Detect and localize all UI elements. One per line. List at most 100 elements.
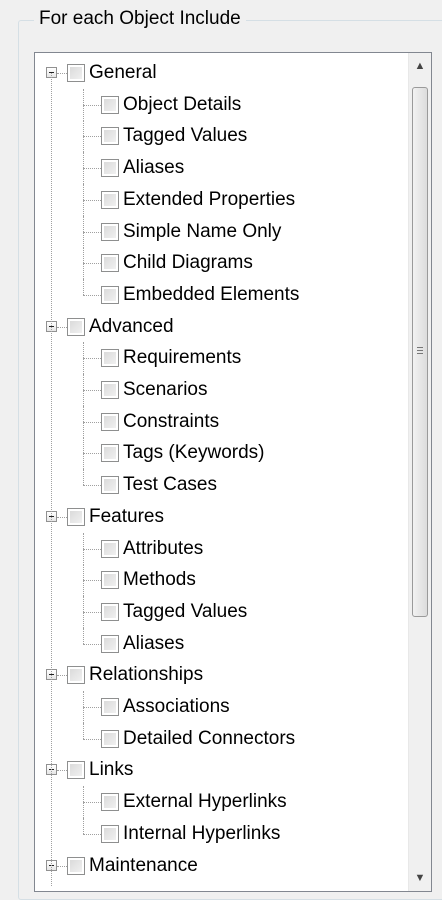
- tree-item-object-details[interactable]: Object Details: [35, 88, 395, 121]
- checkbox[interactable]: [101, 476, 119, 495]
- tree-item-feature-tagged-values[interactable]: Tagged Values: [35, 595, 395, 628]
- tree-item-advanced[interactable]: Advanced: [35, 311, 395, 343]
- checkbox[interactable]: [101, 159, 119, 178]
- checkbox[interactable]: [101, 793, 119, 812]
- checkbox[interactable]: [67, 64, 85, 82]
- tree-connector: [83, 358, 101, 360]
- tree-connector: [83, 199, 101, 201]
- tree-connector: [83, 390, 101, 391]
- scroll-up-arrow-icon[interactable]: ▲: [409, 53, 431, 79]
- tree-item-extended-properties[interactable]: Extended Properties: [35, 183, 395, 216]
- tree-item-child-diagrams[interactable]: Child Diagrams: [35, 247, 395, 280]
- tree-item-label: External Hyperlinks: [123, 791, 287, 813]
- tree-connector: [83, 722, 84, 739]
- tree-connector: [83, 168, 101, 170]
- checkbox[interactable]: [101, 539, 119, 558]
- tree-item-label: Requirements: [123, 347, 242, 369]
- tree-item-label: Maintenance: [89, 854, 198, 876]
- tree-item-label: Embedded Elements: [123, 283, 300, 305]
- scroll-thumb[interactable]: [412, 87, 428, 617]
- tree-connector: [57, 865, 67, 867]
- tree-connector: [83, 278, 84, 295]
- tree-connector: [83, 802, 101, 804]
- tree-item-embedded-elements[interactable]: Embedded Elements: [35, 278, 395, 311]
- tree-root-connector: [51, 73, 52, 886]
- checkbox[interactable]: [67, 856, 85, 875]
- tree-item-test-cases[interactable]: Test Cases: [35, 469, 395, 501]
- checkbox[interactable]: [101, 381, 119, 399]
- tree-item-label: Simple Name Only: [123, 220, 282, 242]
- tree-item-label: Tagged Values: [123, 600, 248, 622]
- tree-item-label: Attributes: [123, 537, 204, 559]
- checkbox[interactable]: [67, 507, 85, 526]
- tree-item-label: Detailed Connectors: [123, 727, 296, 749]
- tree-item-detailed-connectors[interactable]: Detailed Connectors: [35, 722, 395, 755]
- scroll-down-arrow-icon[interactable]: ▼: [409, 865, 431, 891]
- tree-item-simple-name-only[interactable]: Simple Name Only: [35, 215, 395, 248]
- tree-item-label: Features: [89, 505, 164, 527]
- tree-item-associations[interactable]: Associations: [35, 691, 395, 723]
- tree-item-label: Scenarios: [123, 379, 208, 400]
- checkbox[interactable]: [101, 602, 119, 621]
- tree-item-methods[interactable]: Methods: [35, 564, 395, 597]
- tree-item-attributes[interactable]: Attributes: [35, 532, 395, 565]
- tree-connector: [83, 294, 101, 296]
- tree-item-constraints[interactable]: Constraints: [35, 405, 395, 438]
- tree-item-requirements[interactable]: Requirements: [35, 342, 395, 375]
- include-tree[interactable]: General Object Details Tagged Values Aliase…: [34, 52, 432, 892]
- checkbox[interactable]: [101, 254, 119, 273]
- tree-item-label: Relationships: [89, 664, 204, 686]
- tree-connector: [83, 833, 101, 835]
- tree-item-general[interactable]: General: [35, 57, 395, 89]
- tree-item-tagged-values[interactable]: Tagged Values: [35, 120, 395, 153]
- tree-item-label: General: [89, 62, 157, 83]
- checkbox[interactable]: [101, 571, 119, 590]
- checkbox[interactable]: [67, 666, 85, 685]
- vertical-scrollbar[interactable]: ▲ ▼: [408, 53, 431, 891]
- tree-connector: [57, 770, 67, 772]
- tree-item-label: Extended Properties: [123, 188, 296, 210]
- tree-item-label: Aliases: [123, 157, 185, 179]
- checkbox[interactable]: [101, 729, 119, 748]
- checkbox[interactable]: [101, 634, 119, 653]
- tree-connector: [83, 817, 84, 834]
- checkbox[interactable]: [101, 95, 119, 114]
- tree-item-links[interactable]: Links: [35, 754, 395, 786]
- tree-item-label: Advanced: [89, 315, 174, 337]
- tree-item-maintenance[interactable]: Maintenance: [35, 850, 395, 882]
- tree-item-label: Links: [89, 759, 134, 781]
- checkbox[interactable]: [101, 349, 119, 368]
- thumb-grip: [417, 350, 423, 351]
- tree-item-label: Tagged Values: [123, 125, 248, 147]
- checkbox[interactable]: [101, 285, 119, 304]
- tree-item-relationships[interactable]: Relationships: [35, 659, 395, 691]
- tree-item-label: Test Cases: [123, 474, 217, 496]
- tree-item-scenarios[interactable]: Scenarios: [35, 374, 395, 406]
- tree-item-internal-hyperlinks[interactable]: Internal Hyperlinks: [35, 817, 395, 850]
- tree-connector: [83, 104, 101, 106]
- tree-connector: [83, 453, 101, 455]
- checkbox[interactable]: [101, 824, 119, 843]
- tree-connector: [83, 643, 101, 645]
- tree-item-external-hyperlinks[interactable]: External Hyperlinks: [35, 786, 395, 819]
- checkbox[interactable]: [67, 761, 85, 780]
- tree-item-label: Aliases: [123, 632, 185, 654]
- checkbox[interactable]: [101, 412, 119, 431]
- checkbox[interactable]: [67, 317, 85, 336]
- tree-item-label: Tags (Keywords): [123, 442, 265, 464]
- tree-item-tags-keywords[interactable]: Tags (Keywords): [35, 437, 395, 470]
- tree-connector: [57, 326, 67, 328]
- tree-connector: [83, 738, 101, 740]
- tree-item-label: Child Diagrams: [123, 252, 253, 274]
- tree-item-label: Internal Hyperlinks: [123, 822, 281, 844]
- tree-item-feature-aliases[interactable]: Aliases: [35, 627, 395, 660]
- checkbox[interactable]: [101, 127, 119, 146]
- checkbox[interactable]: [101, 222, 119, 241]
- tree-connector: [57, 516, 67, 518]
- checkbox[interactable]: [101, 698, 119, 716]
- tree-item-features[interactable]: Features: [35, 501, 395, 533]
- tree-connector: [83, 548, 101, 550]
- tree-item-aliases[interactable]: Aliases: [35, 152, 395, 185]
- checkbox[interactable]: [101, 444, 119, 463]
- checkbox[interactable]: [101, 190, 119, 209]
